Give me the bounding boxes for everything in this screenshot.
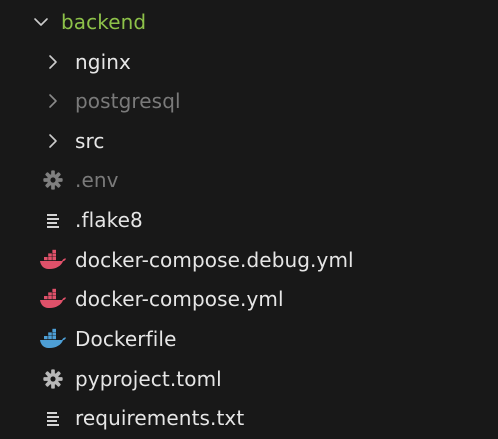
file-explorer-tree: backend nginx postgresql src .env .flake… [0, 0, 498, 439]
lines-icon [38, 403, 68, 433]
chevron-down-icon[interactable] [26, 7, 56, 37]
tree-file-env[interactable]: .env [0, 161, 498, 200]
file-label: pyproject.toml [75, 367, 222, 391]
chevron-right-icon[interactable] [38, 126, 68, 156]
tree-folder-src[interactable]: src [0, 122, 498, 161]
tree-file-dockerfile[interactable]: Dockerfile [0, 320, 498, 359]
file-label: docker-compose.yml [75, 287, 284, 311]
docker-icon [38, 324, 68, 354]
docker-icon [38, 245, 68, 275]
file-label: .env [75, 168, 119, 192]
tree-folder-backend[interactable]: backend [0, 3, 498, 42]
chevron-right-icon[interactable] [38, 86, 68, 116]
tree-file-pyproject[interactable]: pyproject.toml [0, 360, 498, 399]
tree-file-requirements[interactable]: requirements.txt [0, 399, 498, 438]
file-label: docker-compose.debug.yml [75, 248, 354, 272]
gear-icon [38, 165, 68, 195]
file-label: Dockerfile [75, 327, 177, 351]
tree-file-flake8[interactable]: .flake8 [0, 201, 498, 240]
folder-label: backend [61, 10, 147, 34]
chevron-right-icon[interactable] [38, 47, 68, 77]
file-label: .flake8 [75, 208, 143, 232]
docker-icon [38, 284, 68, 314]
file-label: requirements.txt [75, 406, 245, 430]
lines-icon [38, 205, 68, 235]
tree-folder-nginx[interactable]: nginx [0, 43, 498, 82]
tree-file-docker-compose[interactable]: docker-compose.yml [0, 280, 498, 319]
folder-label: nginx [75, 50, 131, 74]
folder-label: src [75, 129, 105, 153]
tree-folder-postgresql[interactable]: postgresql [0, 82, 498, 121]
tree-file-docker-compose-debug[interactable]: docker-compose.debug.yml [0, 241, 498, 280]
folder-label: postgresql [75, 89, 181, 113]
gear-icon [38, 364, 68, 394]
